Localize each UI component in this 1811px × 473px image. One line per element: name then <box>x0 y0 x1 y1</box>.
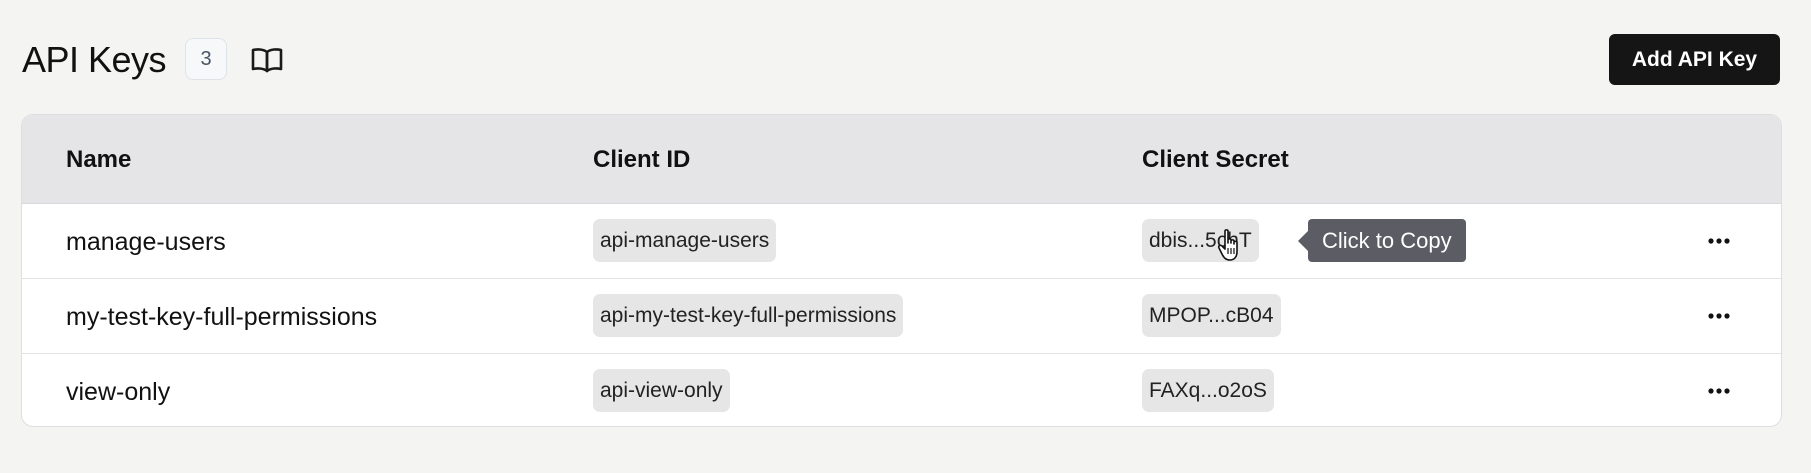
api-keys-table: Name Client ID Client Secret manage-user… <box>21 114 1782 427</box>
row-menu-button[interactable] <box>1705 303 1733 329</box>
more-horizontal-icon <box>1708 238 1730 244</box>
table-row: my-test-key-full-permissions api-my-test… <box>22 279 1781 354</box>
key-name: view-only <box>66 378 171 406</box>
page-title: API Keys <box>22 39 167 80</box>
column-header-name: Name <box>66 146 132 173</box>
client-secret-chip[interactable]: FAXq...o2oS <box>1142 369 1274 412</box>
more-horizontal-icon <box>1708 388 1730 394</box>
column-header-client-secret: Client Secret <box>1142 146 1289 173</box>
more-horizontal-icon <box>1708 313 1730 319</box>
client-id-chip: api-manage-users <box>593 219 777 262</box>
client-id-chip: api-view-only <box>593 369 730 412</box>
copy-tooltip: Click to Copy <box>1298 219 1466 262</box>
count-badge: 3 <box>185 38 227 80</box>
column-header-client-id: Client ID <box>593 146 691 173</box>
key-name: manage-users <box>66 228 226 256</box>
add-api-key-button[interactable]: Add API Key <box>1609 34 1780 85</box>
client-secret-chip[interactable]: MPOP...cB04 <box>1142 294 1281 337</box>
row-menu-button[interactable] <box>1705 378 1733 404</box>
table-header-row: Name Client ID Client Secret <box>22 115 1781 204</box>
book-open-icon[interactable] <box>250 45 284 75</box>
key-name: my-test-key-full-permissions <box>66 303 378 331</box>
row-menu-button[interactable] <box>1705 228 1733 254</box>
table-row: manage-users api-manage-users dbis...5ch… <box>22 204 1781 279</box>
page-header: API Keys 3 Add API Key <box>0 0 1811 110</box>
table-row: view-only api-view-only FAXq...o2oS <box>22 354 1781 426</box>
hand-cursor-icon <box>1217 229 1238 261</box>
client-id-chip: api-my-test-key-full-permissions <box>593 294 904 337</box>
